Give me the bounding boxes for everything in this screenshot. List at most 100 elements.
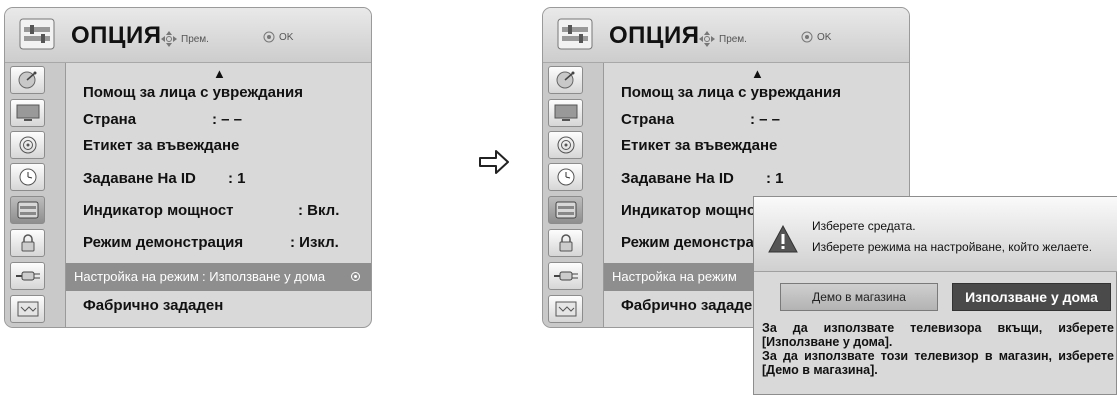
menu-item-accessibility[interactable]: Помощ за лица с увреждания: [66, 79, 371, 107]
move-hint-label: Прем.: [181, 33, 209, 45]
satellite-dish-icon: [556, 71, 574, 89]
move-hint-label: Прем.: [719, 33, 747, 45]
menu-item-label: Страна: [621, 111, 675, 128]
menu-header: ОПЦИЯ Прем. OK: [543, 8, 909, 63]
menu-item-value: : 1: [766, 170, 784, 187]
sidebar-item-channel[interactable]: [548, 66, 583, 94]
sidebar-item-picture[interactable]: [548, 99, 583, 127]
ok-button-icon: [801, 31, 813, 43]
menu-title: ОПЦИЯ: [609, 22, 700, 49]
ok-hint: OK: [801, 31, 831, 43]
sidebar-item-time[interactable]: [548, 163, 583, 191]
sidebar-item-usb[interactable]: [10, 295, 45, 323]
navigation-arrows-icon: [161, 31, 177, 47]
menu-item-country[interactable]: Страна : – –: [604, 106, 909, 134]
menu-title: ОПЦИЯ: [71, 22, 162, 49]
option-menu-panel: ОПЦИЯ Прем. OK ▲ Помощ за лица с уврежда…: [4, 7, 372, 328]
sidebar-item-audio[interactable]: [548, 131, 583, 159]
usb-icon: [17, 301, 38, 317]
move-hint: Прем.: [699, 31, 747, 47]
sidebar-item-option[interactable]: [548, 196, 583, 224]
category-sidebar: [543, 63, 604, 327]
sidebar-item-usb[interactable]: [548, 295, 583, 323]
menu-item-label: Задаване На ID: [621, 170, 734, 187]
sidebar-item-option[interactable]: [10, 196, 45, 224]
usb-icon: [555, 301, 576, 317]
menu-item-label: Режим демонстрация: [83, 234, 244, 251]
navigation-arrows-icon: [699, 31, 715, 47]
menu-item-label: Етикет за въвеждане: [83, 137, 240, 154]
option-icon: [17, 201, 38, 219]
menu-item-label: Задаване На ID: [83, 170, 196, 187]
dialog-message-line1: Изберете средата.: [812, 219, 916, 233]
menu-item-label: Индикатор мощнос: [621, 202, 765, 219]
menu-item-label: Настройка на режим: [612, 269, 737, 284]
menu-item-accessibility[interactable]: Помощ за лица с увреждания: [604, 79, 909, 107]
menu-item-label: Индикатор мощност: [83, 202, 234, 219]
move-hint: Прем.: [161, 31, 209, 47]
lock-icon: [559, 234, 572, 252]
satellite-dish-icon: [18, 71, 36, 89]
menu-item-mode-setting[interactable]: Настройка на режим : Използване у дома: [66, 263, 371, 291]
input-plug-icon: [15, 271, 40, 281]
lock-icon: [21, 234, 34, 252]
speaker-icon: [557, 136, 574, 154]
option-icon: [19, 18, 55, 50]
ok-button-icon: [263, 31, 275, 43]
menu-item-label: Режим демонстрац: [621, 234, 764, 251]
warning-icon: [768, 225, 798, 253]
menu-item-value: : Изкл.: [290, 234, 339, 251]
menu-item-power-indicator[interactable]: Индикатор мощност : Вкл.: [66, 197, 371, 225]
help-home-text: За да използвате телевизора вкъщи, избер…: [762, 321, 1114, 349]
menu-item-value: : Вкл.: [298, 202, 340, 219]
transition-arrow-icon: [479, 150, 509, 174]
sidebar-item-lock[interactable]: [548, 229, 583, 257]
menu-item-value: : 1: [228, 170, 246, 187]
monitor-icon: [554, 104, 577, 121]
sidebar-item-picture[interactable]: [10, 99, 45, 127]
menu-item-label: Настройка на режим: [74, 269, 199, 284]
ok-hint-label: OK: [279, 31, 294, 43]
ok-hint-label: OK: [817, 31, 832, 43]
menu-item-input-label[interactable]: Етикет за въвеждане: [66, 132, 371, 160]
sidebar-item-audio[interactable]: [10, 131, 45, 159]
option-icon: [557, 18, 593, 50]
menu-item-input-label[interactable]: Етикет за въвеждане: [604, 132, 909, 160]
sidebar-item-input[interactable]: [10, 262, 45, 290]
clock-icon: [557, 168, 574, 186]
menu-item-factory-reset[interactable]: Фабрично зададен: [66, 292, 371, 320]
input-plug-icon: [553, 271, 578, 281]
menu-item-value: : – –: [212, 111, 243, 128]
sidebar-item-time[interactable]: [10, 163, 45, 191]
menu-item-label: Етикет за въвеждане: [621, 137, 778, 154]
menu-item-value: : Използване у дома: [202, 269, 326, 284]
help-store-text: За да използвате този телевизор в магази…: [762, 349, 1114, 377]
dialog-message-line2: Изберете режима на настройване, който же…: [812, 240, 1093, 254]
menu-item-label: Фабрично зададен: [621, 297, 762, 314]
sidebar-item-channel[interactable]: [10, 66, 45, 94]
menu-item-country[interactable]: Страна : – –: [66, 106, 371, 134]
dialog-message-area: Изберете средата. Изберете режима на нас…: [754, 197, 1117, 272]
menu-item-set-id[interactable]: Задаване На ID : 1: [66, 165, 371, 193]
menu-item-demo-mode[interactable]: Режим демонстрация : Изкл.: [66, 229, 371, 257]
menu-item-value: : – –: [750, 111, 781, 128]
menu-header: ОПЦИЯ Прем. OK: [5, 8, 371, 63]
home-use-button[interactable]: Използване у дома: [952, 283, 1111, 311]
menu-item-label: Страна: [83, 111, 137, 128]
option-menu-list: ▲ Помощ за лица с увреждания Страна : – …: [66, 63, 371, 327]
sidebar-item-input[interactable]: [548, 262, 583, 290]
monitor-icon: [16, 104, 39, 121]
ok-hint: OK: [263, 31, 293, 43]
menu-item-label: Помощ за лица с увреждания: [621, 84, 841, 101]
menu-item-set-id[interactable]: Задаване На ID : 1: [604, 165, 909, 193]
menu-item-label: Фабрично зададен: [83, 297, 224, 314]
sidebar-item-lock[interactable]: [10, 229, 45, 257]
category-sidebar: [5, 63, 66, 327]
dialog-help-text: За да използвате телевизора вкъщи, избер…: [762, 321, 1114, 377]
speaker-icon: [19, 136, 36, 154]
store-demo-button[interactable]: Демо в магазина: [780, 283, 938, 311]
option-icon: [555, 201, 576, 219]
mode-selection-dialog: Изберете средата. Изберете режима на нас…: [753, 196, 1117, 395]
menu-item-label: Помощ за лица с увреждания: [83, 84, 303, 101]
clock-icon: [19, 168, 36, 186]
